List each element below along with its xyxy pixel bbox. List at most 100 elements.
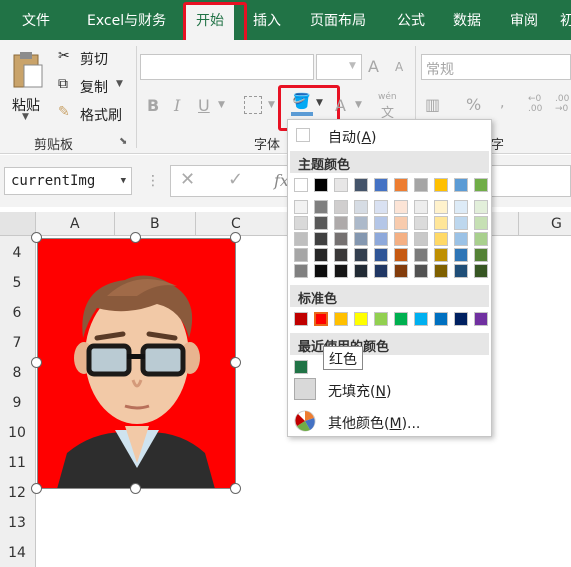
theme-color-swatch[interactable]	[474, 178, 488, 192]
column-header-a[interactable]: A	[70, 216, 80, 232]
theme-shade-swatch[interactable]	[474, 248, 488, 262]
number-format-combo[interactable]: 常规	[421, 54, 571, 80]
theme-shade-swatch[interactable]	[394, 216, 408, 230]
standard-color-swatch[interactable]	[313, 311, 329, 327]
italic-button[interactable]: I	[174, 96, 180, 115]
theme-color-swatch[interactable]	[414, 178, 428, 192]
borders-button[interactable]	[244, 96, 262, 114]
theme-shade-swatch[interactable]	[294, 216, 308, 230]
column-header-g[interactable]: G	[551, 216, 562, 232]
borders-dropdown-icon[interactable]: ▼	[268, 100, 275, 110]
theme-color-swatch[interactable]	[434, 178, 448, 192]
theme-shade-swatch[interactable]	[394, 200, 408, 214]
theme-shade-swatch[interactable]	[474, 200, 488, 214]
currency-icon[interactable]: ▥	[425, 95, 440, 114]
row-header[interactable]: 6	[0, 305, 34, 321]
theme-shade-swatch[interactable]	[354, 216, 368, 230]
row-header[interactable]: 14	[0, 545, 34, 561]
resize-handle-bottom[interactable]	[130, 483, 141, 494]
theme-shade-swatch[interactable]	[374, 248, 388, 262]
clipboard-launcher-icon[interactable]: ⬊	[119, 136, 127, 147]
standard-color-swatch[interactable]	[334, 312, 348, 326]
standard-color-swatch[interactable]	[474, 312, 488, 326]
resize-handle-bottom-right[interactable]	[230, 483, 241, 494]
theme-shade-swatch[interactable]	[414, 216, 428, 230]
name-box[interactable]: currentImg ▼	[4, 167, 132, 195]
theme-shade-swatch[interactable]	[454, 248, 468, 262]
theme-shade-swatch[interactable]	[294, 232, 308, 246]
theme-shade-swatch[interactable]	[474, 232, 488, 246]
enter-icon[interactable]: ✓	[228, 169, 243, 190]
bold-button[interactable]: B	[147, 96, 159, 115]
theme-color-swatch[interactable]	[394, 178, 408, 192]
standard-color-swatch[interactable]	[454, 312, 468, 326]
theme-shade-swatch[interactable]	[314, 200, 328, 214]
theme-shade-swatch[interactable]	[414, 232, 428, 246]
theme-shade-swatch[interactable]	[434, 200, 448, 214]
resize-handle-top-left[interactable]	[31, 232, 42, 243]
theme-shade-swatch[interactable]	[334, 200, 348, 214]
resize-handle-top-right[interactable]	[230, 232, 241, 243]
row-header[interactable]: 4	[0, 245, 34, 261]
font-name-combo[interactable]	[140, 54, 314, 80]
theme-shade-swatch[interactable]	[334, 264, 348, 278]
shrink-font-button[interactable]: A	[395, 60, 403, 74]
decrease-decimal-button[interactable]: .00 →0	[555, 94, 569, 114]
theme-shade-swatch[interactable]	[334, 232, 348, 246]
theme-shade-swatch[interactable]	[354, 232, 368, 246]
resize-handle-left[interactable]	[31, 357, 42, 368]
copy-button[interactable]: ⧉ 复制 ▼	[58, 76, 128, 96]
cancel-icon[interactable]: ✕	[180, 169, 195, 190]
column-header-c[interactable]: C	[231, 216, 241, 232]
theme-shade-swatch[interactable]	[314, 216, 328, 230]
resize-handle-top[interactable]	[130, 232, 141, 243]
theme-color-swatch[interactable]	[294, 178, 308, 192]
standard-color-swatch[interactable]	[394, 312, 408, 326]
theme-color-swatch[interactable]	[374, 178, 388, 192]
theme-shade-swatch[interactable]	[394, 248, 408, 262]
resize-handle-right[interactable]	[230, 357, 241, 368]
more-colors-option[interactable]: 其他颜色(M)...	[292, 410, 482, 434]
tab-view-partial[interactable]: 初	[560, 10, 571, 30]
paste-dropdown-icon[interactable]: ▼	[22, 112, 29, 122]
theme-color-swatch[interactable]	[454, 178, 468, 192]
row-header[interactable]: 9	[0, 395, 34, 411]
standard-color-swatch[interactable]	[294, 312, 308, 326]
resize-handle-bottom-left[interactable]	[31, 483, 42, 494]
grow-font-button[interactable]: A	[368, 57, 379, 76]
row-header[interactable]: 10	[0, 425, 34, 441]
name-box-dropdown-icon[interactable]: ▼	[121, 176, 126, 186]
standard-color-swatch[interactable]	[354, 312, 368, 326]
no-fill-option[interactable]: 无填充(N)	[292, 378, 482, 402]
row-header[interactable]: 5	[0, 275, 34, 291]
standard-color-swatch[interactable]	[374, 312, 388, 326]
tab-page-layout[interactable]: 页面布局	[310, 10, 366, 30]
theme-shade-swatch[interactable]	[434, 264, 448, 278]
format-painter-button[interactable]: ✎ 格式刷	[58, 104, 130, 124]
increase-decimal-button[interactable]: ←0.00	[528, 94, 542, 114]
row-header[interactable]: 8	[0, 365, 34, 381]
font-color-button[interactable]: A	[335, 96, 346, 115]
tab-review[interactable]: 审阅	[510, 10, 538, 30]
theme-shade-swatch[interactable]	[314, 264, 328, 278]
row-header[interactable]: 11	[0, 455, 34, 471]
theme-shade-swatch[interactable]	[434, 216, 448, 230]
font-color-dropdown-icon[interactable]: ▼	[355, 100, 362, 110]
recent-color-swatch[interactable]	[294, 360, 308, 374]
theme-shade-swatch[interactable]	[374, 200, 388, 214]
column-header-b[interactable]: B	[150, 216, 160, 232]
theme-shade-swatch[interactable]	[434, 248, 448, 262]
automatic-color-option[interactable]: 自动(A)	[294, 126, 484, 146]
theme-shade-swatch[interactable]	[294, 200, 308, 214]
theme-shade-swatch[interactable]	[394, 232, 408, 246]
theme-shade-swatch[interactable]	[374, 216, 388, 230]
theme-shade-swatch[interactable]	[294, 264, 308, 278]
theme-shade-swatch[interactable]	[474, 216, 488, 230]
comma-style-button[interactable]: ,	[500, 95, 504, 111]
tab-data[interactable]: 数据	[453, 10, 481, 30]
tab-excel-finance[interactable]: Excel与财务	[87, 10, 166, 30]
theme-shade-swatch[interactable]	[294, 248, 308, 262]
theme-shade-swatch[interactable]	[414, 264, 428, 278]
percent-button[interactable]: %	[466, 95, 481, 114]
underline-button[interactable]: U	[198, 96, 210, 115]
